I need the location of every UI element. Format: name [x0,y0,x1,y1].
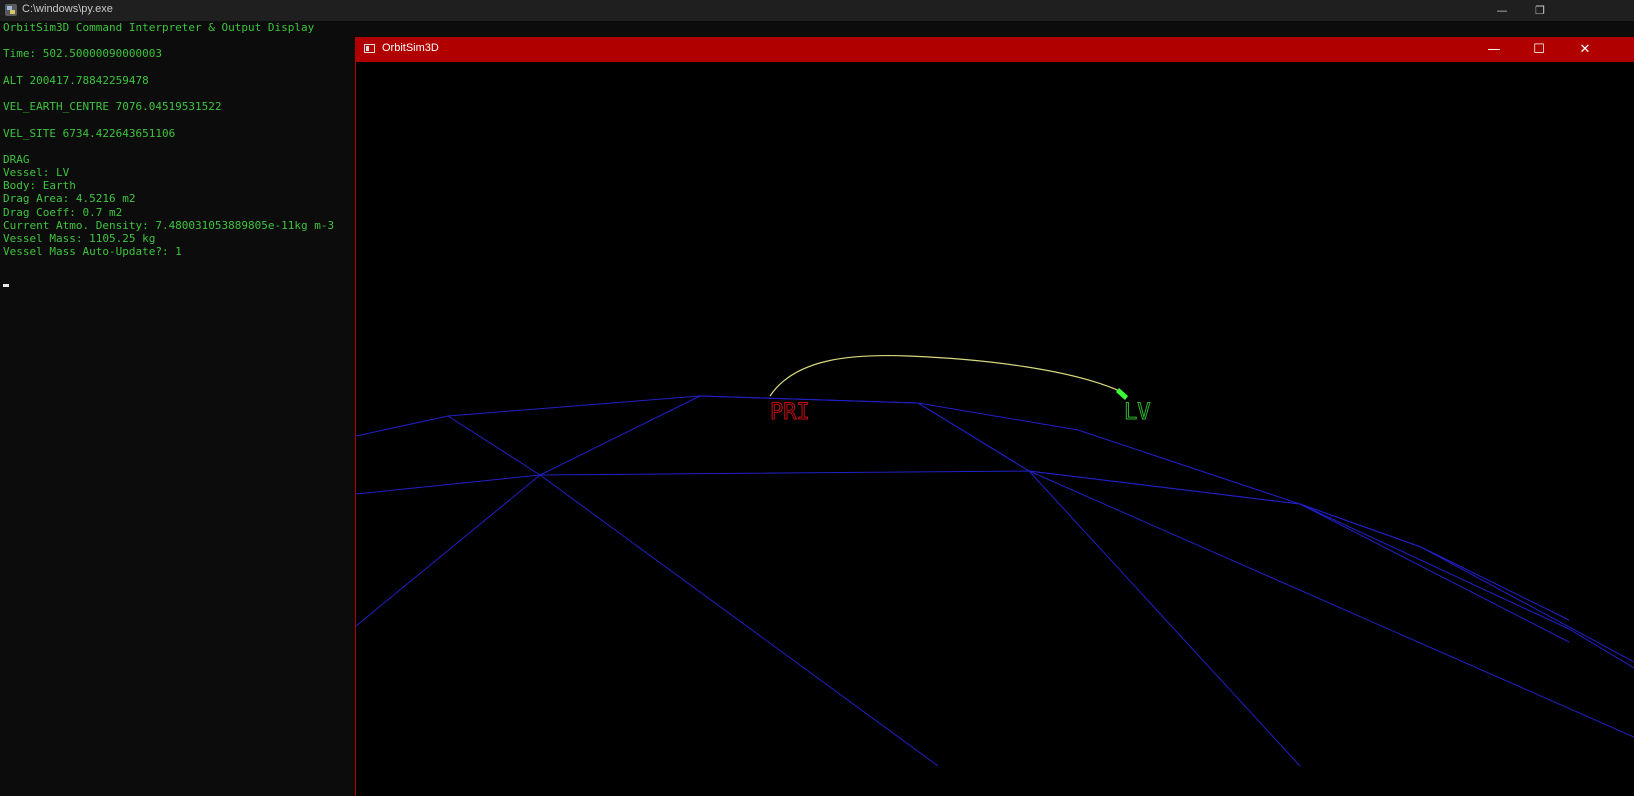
orbitsim-window-title: OrbitSim3D [382,42,439,54]
console-window-title: C:\windows\py.exe [22,3,113,15]
console-line: DRAG [3,152,30,166]
python-icon [5,4,17,16]
console-line: Current Atmo. Density: 7.480031053889805… [3,218,335,232]
console-line: Time: 502.50000090000003 [3,47,162,61]
console-restore-button[interactable]: ❐ [1518,0,1562,21]
console-line: Drag Coeff: 0.7 m2 [3,205,123,219]
maximize-button[interactable]: ☐ [1516,37,1562,62]
grid-line [356,395,701,627]
text-cursor [3,284,9,287]
console-titlebar[interactable]: C:\windows\py.exe — ❐ [0,0,1634,21]
console-line: Drag Area: 4.5216 m2 [3,192,136,206]
grid-line [356,470,1570,643]
console-output[interactable]: OrbitSim3D Command Interpreter & Output … [3,21,353,258]
console-line: Vessel Mass Auto-Update?: 1 [3,245,182,259]
grid-line [917,402,1301,767]
planet-wireframe [356,395,1634,767]
minimize-button[interactable]: — [1471,37,1517,62]
grid-line [1028,470,1634,738]
console-line: VEL_SITE 6734.422643651106 [3,126,176,140]
vessel-label: LV [1124,400,1151,425]
vessel-marker [1116,388,1128,400]
close-button[interactable]: ✕ [1562,37,1608,62]
scene-canvas: PRI LV [356,354,1634,767]
console-line: Body: Earth [3,179,76,193]
grid-line [356,395,1570,621]
console-line: Vessel: LV [3,166,70,180]
orbitsim-titlebar[interactable]: OrbitSim3D — ☐ ✕ [356,37,1634,62]
console-line: ALT 200417.78842259478 [3,73,149,87]
console-line: VEL_EARTH_CENTRE 7076.04519531522 [3,100,222,114]
site-label: PRI [770,400,810,425]
trajectory-arc [769,354,1125,397]
orbitsim-window: OrbitSim3D — ☐ ✕ PRI LV [355,37,1634,796]
console-line: OrbitSim3D Command Interpreter & Output … [3,21,315,34]
console-line: Vessel Mass: 1105.25 kg [3,232,156,245]
3d-viewport[interactable]: PRI LV [356,62,1634,796]
window-app-icon [364,44,375,53]
grid-line [447,415,939,767]
